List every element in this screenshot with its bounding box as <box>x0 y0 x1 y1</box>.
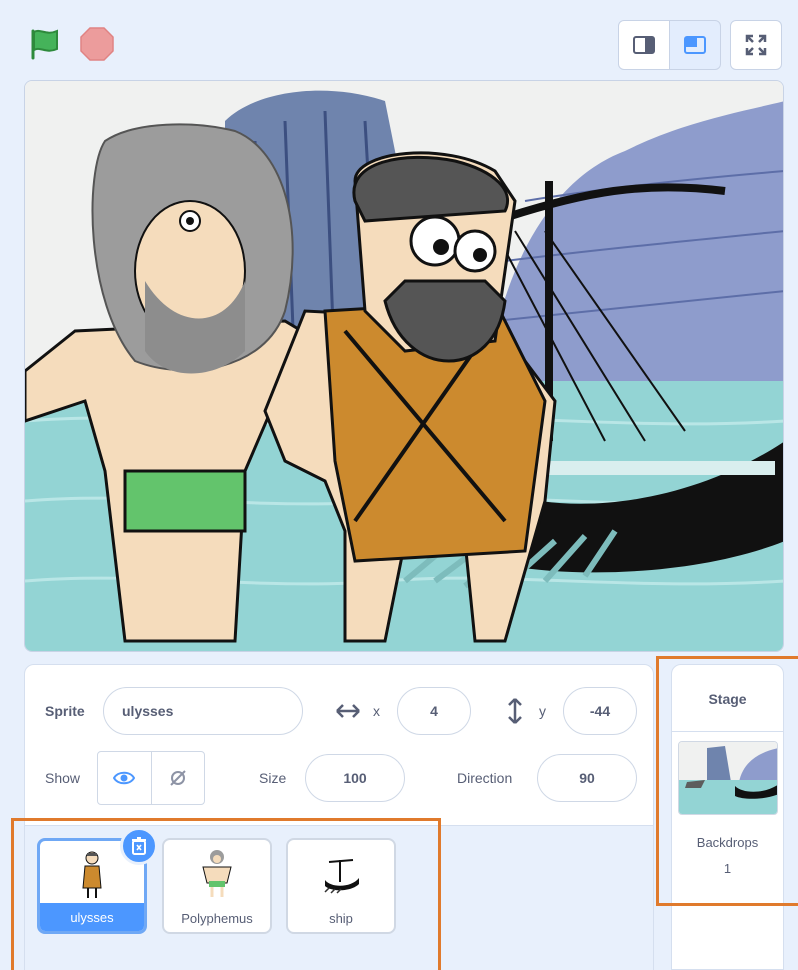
divider <box>672 731 783 732</box>
direction-label: Direction <box>457 770 513 786</box>
sprite-name-input[interactable]: ulysses <box>103 687 303 735</box>
y-input[interactable]: -44 <box>563 687 637 735</box>
size-input[interactable]: 100 <box>305 754 405 802</box>
sprite-info-panel: Sprite ulysses x 4 y -44 Show Size 100 D… <box>24 664 654 826</box>
x-label: x <box>373 703 380 719</box>
backdrop-thumbnail[interactable] <box>678 741 778 815</box>
eye-slash-icon <box>170 770 186 786</box>
delete-sprite-button[interactable] <box>120 827 158 865</box>
sprite-list: ulysses Polyphemus ship <box>24 826 654 970</box>
sprite-tile-label: Polyphemus <box>181 910 253 926</box>
fullscreen-button[interactable] <box>730 20 782 70</box>
small-stage-icon <box>633 36 655 54</box>
y-arrows-icon <box>508 698 522 724</box>
y-label: y <box>539 703 546 719</box>
eye-icon <box>113 771 136 785</box>
green-flag-button[interactable] <box>26 25 64 63</box>
size-label: Size <box>259 770 287 786</box>
sprite-tile-ship[interactable]: ship <box>286 838 396 934</box>
sprite-tile-label: ship <box>329 910 353 926</box>
backdrops-label: Backdrops <box>696 835 759 850</box>
sprite-label: Sprite <box>45 703 85 719</box>
backdrops-count: 1 <box>723 861 732 876</box>
direction-input[interactable]: 90 <box>537 754 637 802</box>
sprite-thumbnail <box>164 844 270 904</box>
x-arrows-icon <box>336 704 360 718</box>
stage-scene <box>25 81 783 651</box>
show-label: Show <box>45 770 81 786</box>
show-hidden-button[interactable] <box>150 752 205 804</box>
stage-controls-bar <box>0 0 798 80</box>
x-input[interactable]: 4 <box>397 687 471 735</box>
stop-icon <box>80 27 114 61</box>
stage-target-pane[interactable]: Stage Backdrops 1 <box>671 664 784 970</box>
sprite-tile-polyphemus[interactable]: Polyphemus <box>162 838 272 934</box>
sprite-thumbnail <box>288 844 394 904</box>
stage-canvas[interactable] <box>24 80 784 652</box>
stage-pane-title: Stage <box>708 691 747 707</box>
stop-button[interactable] <box>78 25 116 63</box>
large-stage-button[interactable] <box>669 20 721 70</box>
sprite-tile-ulysses[interactable]: ulysses <box>37 827 158 934</box>
sprite-tile-label: ulysses <box>40 903 144 931</box>
fullscreen-icon <box>745 34 767 56</box>
small-stage-button[interactable] <box>618 20 670 70</box>
green-flag-icon <box>31 29 58 60</box>
show-toggle-group <box>97 751 205 805</box>
large-stage-icon <box>684 36 706 54</box>
trash-icon <box>132 837 146 855</box>
show-visible-button[interactable] <box>98 752 151 804</box>
